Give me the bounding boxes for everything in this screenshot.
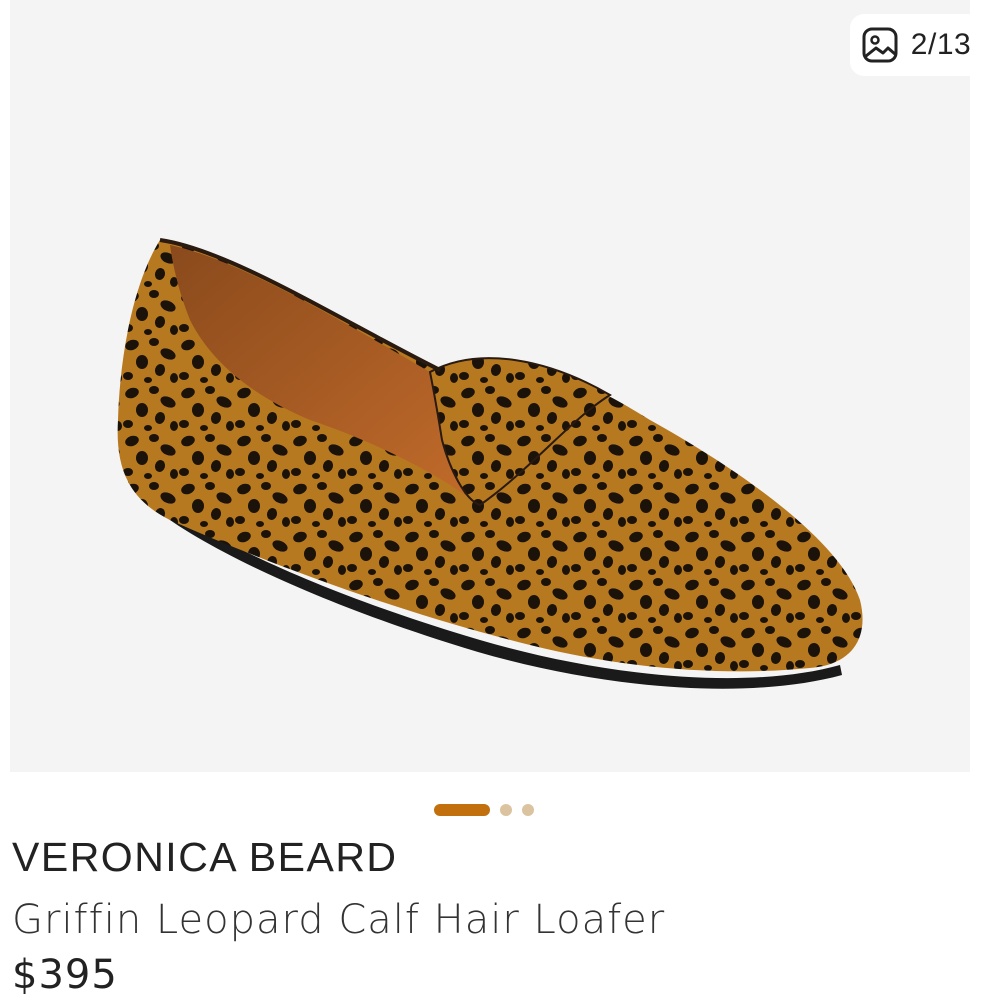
product-image[interactable] xyxy=(10,0,970,772)
gallery-pager[interactable] xyxy=(434,803,534,817)
brand-name[interactable]: VERONICA BEARD xyxy=(12,834,398,881)
image-counter: 2/13 xyxy=(910,28,970,61)
image-counter-badge[interactable]: 2/13 xyxy=(850,14,970,76)
pager-dot-active[interactable] xyxy=(434,804,490,816)
pager-dot[interactable] xyxy=(522,804,534,816)
product-price: $395 xyxy=(12,952,118,998)
product-title: Griffin Leopard Calf Hair Loafer xyxy=(12,897,666,943)
pager-dot[interactable] xyxy=(500,804,512,816)
image-gallery[interactable]: 2/13 xyxy=(10,0,970,772)
product-page: 2/13 VERONICA BEARD Griffin Leopard Calf… xyxy=(0,0,1000,1000)
image-icon xyxy=(862,27,898,63)
